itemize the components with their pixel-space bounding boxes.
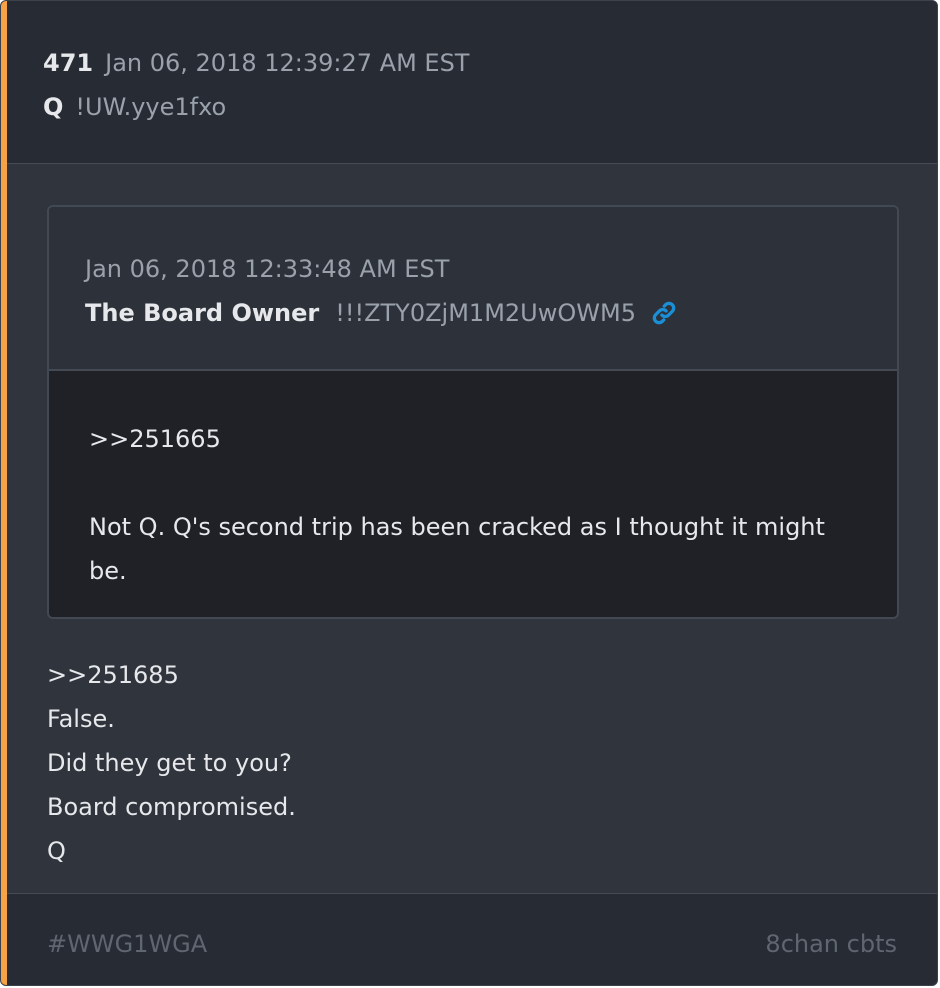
- quoted-post-timestamp: Jan 06, 2018 12:33:48 AM EST: [85, 255, 450, 283]
- post-tripcode: !UW.yye1fxo: [75, 93, 227, 121]
- quoted-post-text: Not Q. Q's second trip has been cracked …: [89, 513, 825, 585]
- quoted-post: Jan 06, 2018 12:33:48 AM EST The Board O…: [47, 205, 899, 619]
- post-meta: 471 Jan 06, 2018 12:39:27 AM EST: [43, 47, 469, 79]
- post-reply-link[interactable]: >>251685: [47, 653, 897, 697]
- post-author: Q: [43, 93, 64, 121]
- post-timestamp: Jan 06, 2018 12:39:27 AM EST: [105, 49, 470, 77]
- quoted-post-author-line: The Board Owner !!!ZTY0ZjM1M2UwOWM5: [85, 297, 678, 329]
- post-signature: Q: [47, 837, 66, 865]
- quoted-post-header: Jan 06, 2018 12:33:48 AM EST The Board O…: [49, 207, 897, 371]
- quoted-post-body: >>251665 Not Q. Q's second trip has been…: [49, 371, 897, 617]
- post-footer: #WWG1WGA 8chan cbts: [7, 893, 937, 985]
- quoted-post-tripcode: !!!ZTY0ZjM1M2UwOWM5: [335, 299, 636, 327]
- post-text-line: False.: [47, 705, 115, 733]
- link-icon[interactable]: [650, 299, 678, 327]
- post-body: >>251685 False. Did they get to you? Boa…: [47, 653, 897, 873]
- quoted-post-author: The Board Owner: [85, 299, 320, 327]
- quoted-post-reply-link[interactable]: >>251665: [89, 417, 837, 461]
- post-header: 471 Jan 06, 2018 12:39:27 AM EST Q !UW.yye…: [7, 1, 937, 164]
- post-text-line: Did they get to you?: [47, 749, 292, 777]
- footer-hashtag: #WWG1WGA: [47, 930, 208, 958]
- post-number: 471: [43, 49, 94, 77]
- post-card: 471 Jan 06, 2018 12:39:27 AM EST Q !UW.yye…: [0, 0, 938, 986]
- footer-source: 8chan cbts: [765, 930, 897, 958]
- post-text-line: Board compromised.: [47, 793, 296, 821]
- post-author-line: Q !UW.yye1fxo: [43, 91, 226, 123]
